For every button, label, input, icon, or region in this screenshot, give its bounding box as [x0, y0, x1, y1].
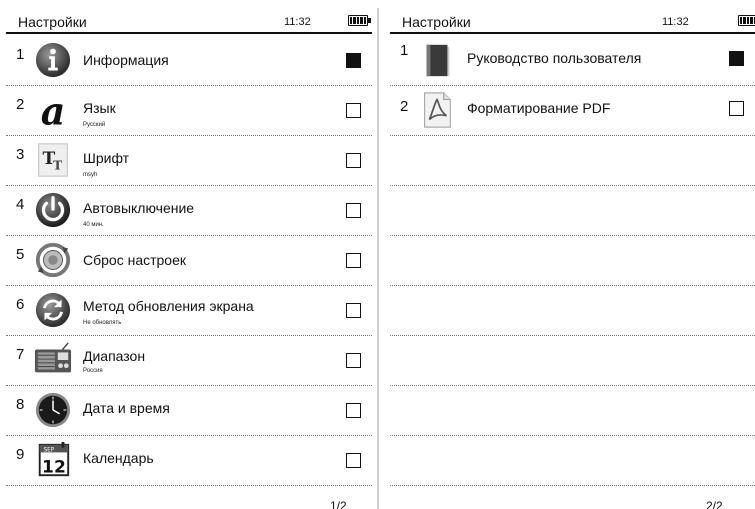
item-number: 1 [16, 46, 25, 63]
selection-checkbox[interactable] [346, 303, 361, 318]
selection-checkbox[interactable] [346, 253, 361, 268]
item-label: Диапазон [83, 348, 146, 364]
settings-item-font[interactable]: 3 T T Шрифт msyh [6, 136, 372, 186]
item-label: Язык [83, 100, 116, 116]
empty-row [390, 286, 755, 336]
settings-screen-page-2: Настройки 11:32 1 Руководство пользовате… [384, 0, 755, 509]
settings-item-reset[interactable]: 5 Сброс настроек [6, 236, 372, 286]
font-icon: T T [38, 143, 68, 177]
status-bar: Настройки 11:32 [6, 8, 372, 34]
item-value: Русский [83, 122, 106, 128]
svg-text:T: T [53, 158, 63, 173]
item-label: Руководство пользователя [467, 50, 642, 66]
empty-row [390, 436, 755, 486]
item-label: Дата и время [83, 400, 170, 416]
selection-checkbox[interactable] [346, 153, 361, 168]
selection-checkbox[interactable] [346, 403, 361, 418]
settings-item-range[interactable]: 7 Диапазон Россия [6, 336, 372, 386]
empty-row [390, 386, 755, 436]
battery-icon [738, 15, 755, 26]
clock: 11:32 [284, 16, 311, 28]
empty-row [390, 236, 755, 286]
clock: 11:32 [662, 16, 689, 28]
item-number: 2 [400, 98, 409, 115]
power-icon [35, 192, 71, 228]
item-value: Россия [83, 368, 103, 374]
item-label: Автовыключение [83, 200, 195, 216]
item-number: 8 [16, 396, 25, 413]
item-number: 1 [400, 42, 409, 59]
item-number: 7 [16, 346, 25, 363]
svg-text:a: a [41, 91, 66, 129]
selection-checkbox[interactable] [729, 101, 744, 116]
item-label: Сброс настроек [83, 252, 187, 268]
status-bar: Настройки 11:32 [390, 8, 755, 34]
item-value: msyh [83, 172, 98, 178]
selection-checkbox[interactable] [346, 53, 361, 68]
settings-item-user-manual[interactable]: 1 Руководство пользователя [390, 36, 755, 86]
language-icon: a [41, 91, 66, 129]
page-title: Настройки [402, 14, 471, 30]
item-number: 6 [16, 296, 25, 313]
settings-item-auto-off[interactable]: 4 Автовыключение 40 мин. [6, 186, 372, 236]
item-number: 5 [16, 246, 25, 263]
settings-item-screen-refresh[interactable]: 6 Метод обновления экрана Не обновлять [6, 286, 372, 336]
calendar-month: SEP [44, 447, 55, 453]
settings-item-info[interactable]: 1 Информация [6, 36, 372, 86]
item-label: Форматирование PDF [467, 100, 611, 116]
radio-icon [34, 342, 72, 373]
manual-icon [426, 44, 450, 77]
item-value: 40 мин. [83, 222, 104, 228]
item-number: 2 [16, 96, 25, 113]
page-title: Настройки [18, 14, 87, 30]
page-indicator: 2/2 [706, 499, 723, 509]
item-number: 3 [16, 146, 25, 163]
divider-line [377, 8, 379, 509]
item-label: Информация [83, 52, 169, 68]
info-icon [35, 42, 71, 78]
item-label: Календарь [83, 450, 154, 466]
pdf-icon [424, 92, 451, 128]
calendar-day: 12 [42, 457, 66, 477]
selection-checkbox[interactable] [346, 203, 361, 218]
settings-item-language[interactable]: 2 a Язык Русский [6, 86, 372, 136]
settings-item-calendar[interactable]: 9 SEP 12 Календарь [6, 436, 372, 486]
refresh-icon [35, 292, 71, 328]
item-value: Не обновлять [83, 320, 122, 326]
calendar-icon: SEP 12 [38, 441, 70, 477]
empty-row [390, 336, 755, 386]
selection-checkbox[interactable] [346, 353, 361, 368]
empty-row [390, 186, 755, 236]
item-number: 4 [16, 196, 25, 213]
empty-row [390, 136, 755, 186]
battery-icon [348, 15, 371, 26]
item-number: 9 [16, 446, 25, 463]
clock-icon [35, 392, 71, 428]
selection-checkbox[interactable] [346, 453, 361, 468]
selection-checkbox[interactable] [346, 103, 361, 118]
settings-item-pdf-format[interactable]: 2 Форматирование PDF [390, 86, 755, 136]
item-label: Метод обновления экрана [83, 298, 254, 314]
settings-screen-page-1: Настройки 11:32 1 Информация 2 a Язык Ру… [0, 0, 372, 509]
selection-checkbox[interactable] [729, 51, 744, 66]
page-indicator: 1/2 [330, 499, 347, 509]
settings-item-date-time[interactable]: 8 Дата и время [6, 386, 372, 436]
item-label: Шрифт [83, 150, 130, 166]
reset-icon [35, 242, 71, 278]
